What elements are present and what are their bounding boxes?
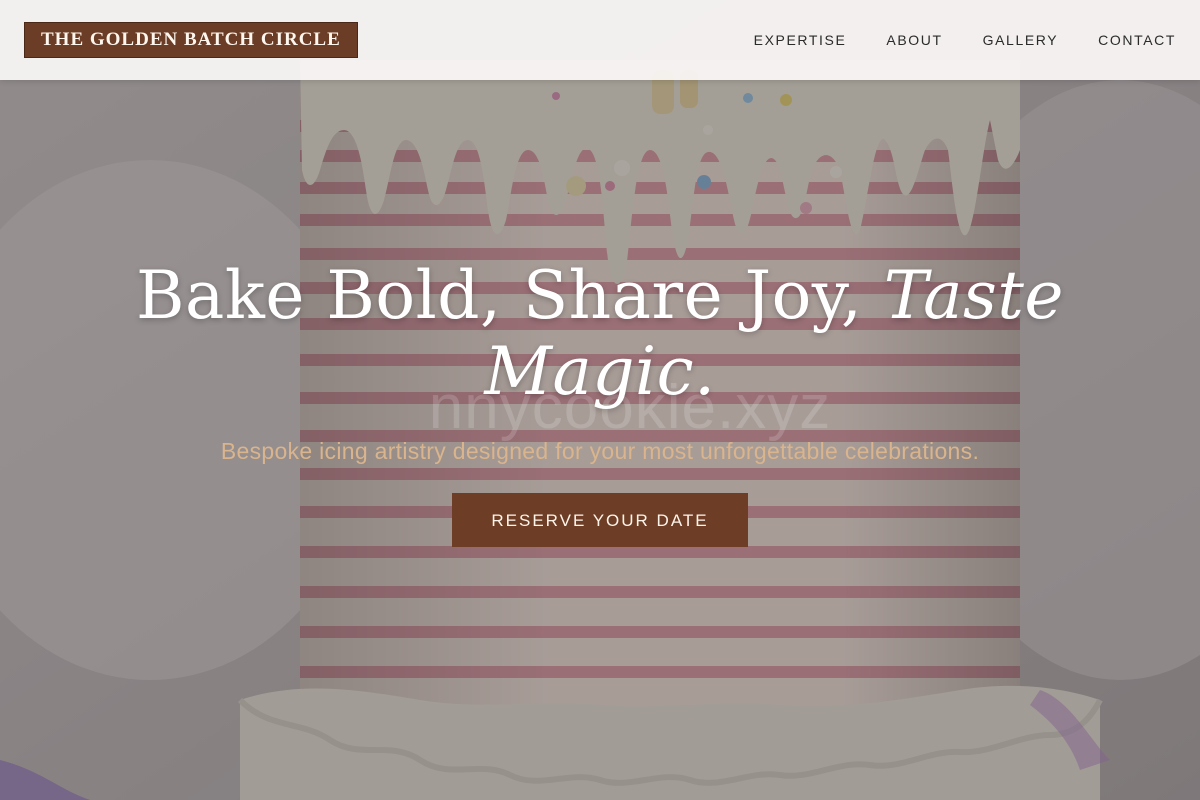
site-header: THE GOLDEN BATCH CIRCLE EXPERTISE ABOUT … bbox=[0, 0, 1200, 80]
nav-link-about[interactable]: ABOUT bbox=[886, 32, 942, 48]
hero-subtitle: Bespoke icing artistry designed for your… bbox=[220, 438, 980, 464]
brand-name: THE GOLDEN BATCH CIRCLE bbox=[41, 29, 341, 50]
hero-headline: Bake Bold, Share Joy, Taste Magic. bbox=[100, 258, 1100, 410]
reserve-date-button[interactable]: RESERVE YOUR DATE bbox=[452, 493, 748, 547]
nav-link-contact[interactable]: CONTACT bbox=[1098, 32, 1176, 48]
brand-logo[interactable]: THE GOLDEN BATCH CIRCLE bbox=[24, 22, 358, 58]
nav-link-gallery[interactable]: GALLERY bbox=[983, 32, 1059, 48]
nav-link-expertise[interactable]: EXPERTISE bbox=[754, 32, 847, 48]
hero-headline-main: Bake Bold, Share Joy, bbox=[136, 257, 884, 334]
hero-content: Bake Bold, Share Joy, Taste Magic. Bespo… bbox=[100, 258, 1100, 547]
main-nav: EXPERTISE ABOUT GALLERY CONTACT bbox=[714, 0, 1176, 80]
